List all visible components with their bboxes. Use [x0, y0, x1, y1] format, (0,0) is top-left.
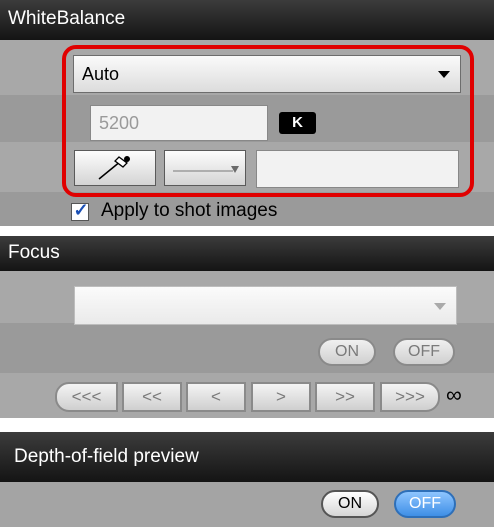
- kelvin-unit-label: K: [292, 114, 303, 131]
- eyedropper-button[interactable]: [74, 150, 156, 186]
- depth-of-field-header: Depth-of-field preview: [0, 432, 494, 482]
- eyedropper-icon: [98, 156, 130, 180]
- infinity-icon: ∞: [446, 382, 462, 407]
- kelvin-unit-badge: K: [279, 112, 316, 134]
- dof-off-label: OFF: [409, 495, 441, 512]
- depth-of-field-panel: Depth-of-field preview ON OFF: [0, 432, 494, 527]
- focus-near-medium-label: <<: [142, 387, 162, 406]
- focus-on-button[interactable]: ON: [318, 338, 376, 366]
- chevron-down-icon: [438, 71, 450, 78]
- focus-drive-controls: <<< << < > >> >>>: [55, 382, 440, 412]
- white-balance-register-name-field[interactable]: [256, 150, 459, 188]
- white-balance-panel: WhiteBalance Auto 5200 K ✓ Apply to shot…: [0, 0, 494, 226]
- dof-on-label: ON: [338, 495, 362, 512]
- dof-off-button[interactable]: OFF: [394, 490, 456, 518]
- focus-near-small-label: <: [211, 387, 221, 406]
- focus-near-large-button[interactable]: <<<: [55, 382, 118, 412]
- focus-far-small-label: >: [276, 387, 286, 406]
- chevron-down-icon: [434, 302, 446, 310]
- apply-to-shot-images-label: Apply to shot images: [101, 200, 278, 221]
- af-select[interactable]: [74, 286, 457, 325]
- focus-title: Focus: [8, 242, 60, 263]
- focus-far-medium-button[interactable]: >>: [315, 382, 375, 412]
- focus-near-large-label: <<<: [71, 387, 102, 406]
- focus-near-small-button[interactable]: <: [186, 382, 246, 412]
- focus-near-medium-button[interactable]: <<: [122, 382, 182, 412]
- focus-off-button[interactable]: OFF: [393, 338, 455, 366]
- white-balance-title: WhiteBalance: [8, 8, 126, 29]
- focus-off-label: OFF: [408, 343, 440, 360]
- white-balance-mode-select[interactable]: Auto: [73, 55, 461, 93]
- white-balance-register-select[interactable]: [164, 150, 246, 186]
- apply-to-shot-images-checkbox[interactable]: ✓: [71, 200, 89, 221]
- dof-on-button[interactable]: ON: [321, 490, 379, 518]
- focus-far-large-label: >>>: [395, 387, 425, 406]
- focus-on-label: ON: [335, 343, 359, 360]
- focus-header: Focus: [0, 236, 494, 271]
- white-balance-header: WhiteBalance: [0, 0, 494, 40]
- checkmark-icon: ✓: [73, 200, 89, 220]
- white-balance-mode-value: Auto: [82, 64, 120, 84]
- focus-far-small-button[interactable]: >: [251, 382, 311, 412]
- depth-of-field-title: Depth-of-field preview: [14, 446, 199, 467]
- chevron-down-icon: [173, 166, 239, 173]
- focus-far-medium-label: >>: [335, 387, 355, 406]
- focus-panel: Focus ON OFF <<< << < > >> >>> ∞: [0, 236, 494, 418]
- color-temperature-input[interactable]: 5200: [90, 105, 268, 141]
- color-temperature-value: 5200: [99, 113, 140, 133]
- focus-far-large-button[interactable]: >>>: [380, 382, 440, 412]
